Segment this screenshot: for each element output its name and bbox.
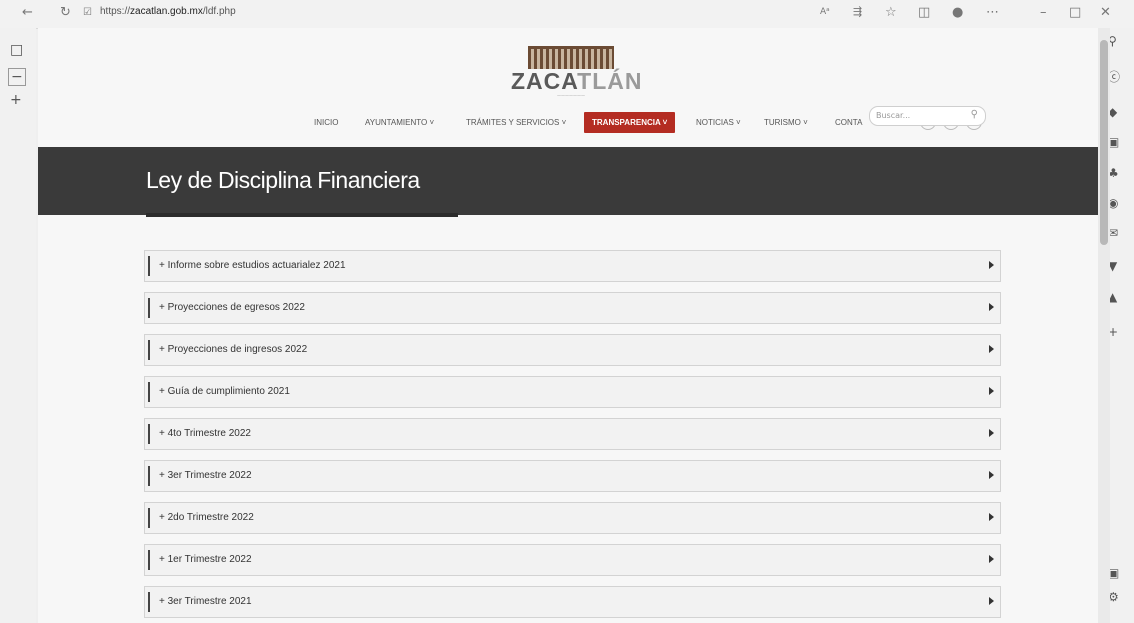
url-prefix: https:// — [100, 6, 131, 17]
nav-item-tramites[interactable]: TRÁMITES Y SERVICIOS ˅ — [466, 118, 566, 127]
nav-item-turismo[interactable]: TURISMO ˅ — [764, 118, 808, 127]
search-magnifier-icon[interactable]: ⚲ — [971, 109, 978, 120]
url-host: zacatlan.gob.mx — [130, 6, 203, 17]
accordion-item-label: + 3er Trimestre 2021 — [159, 596, 252, 607]
lock-icon[interactable]: ☑ — [83, 7, 92, 18]
accordion-item[interactable]: + 2do Trimestre 2022 — [144, 502, 1001, 534]
web-page: ZACATLÁN ——————— INICIO AYUNTAMIENTO ˅ T… — [38, 28, 1098, 623]
address-bar[interactable]: https://zacatlan.gob.mx/ldf.php — [100, 6, 236, 17]
browser-toolbar: ← ↻ ☑ https://zacatlan.gob.mx/ldf.php Aᵃ… — [0, 0, 1134, 29]
caret-right-icon[interactable] — [989, 513, 994, 521]
caret-right-icon[interactable] — [989, 261, 994, 269]
close-window-icon[interactable]: ✕ — [1100, 5, 1111, 20]
site-logo[interactable]: ZACATLÁN ——————— — [511, 46, 643, 102]
accordion-item[interactable]: + Proyecciones de egresos 2022 — [144, 292, 1001, 324]
back-icon[interactable]: ← — [22, 5, 33, 20]
restore-icon[interactable]: □ — [1069, 5, 1081, 20]
page-header-banner: Ley de Disciplina Financiera — [38, 147, 1098, 217]
profile-icon[interactable]: ● — [952, 5, 963, 20]
left-sidebar-rail: □ − + — [0, 28, 36, 623]
scrollbar-thumb[interactable] — [1100, 40, 1108, 245]
accordion-item[interactable]: + 3er Trimestre 2022 — [144, 460, 1001, 492]
search-placeholder: Buscar... — [876, 111, 911, 120]
tab-list-icon[interactable]: □ — [10, 42, 23, 58]
accordion-item-label: + 1er Trimestre 2022 — [159, 554, 252, 565]
caret-right-icon[interactable] — [989, 429, 994, 437]
more-menu-icon[interactable]: ⋯ — [986, 5, 999, 20]
caret-right-icon[interactable] — [989, 555, 994, 563]
accordion-item-label: + Proyecciones de ingresos 2022 — [159, 344, 308, 355]
accordion-item-label: + 3er Trimestre 2022 — [159, 470, 252, 481]
accordion-item[interactable]: + 4to Trimestre 2022 — [144, 418, 1001, 450]
caret-right-icon[interactable] — [989, 597, 994, 605]
page-title: Ley de Disciplina Financiera — [146, 167, 420, 193]
accordion-item-label: + Guía de cumplimiento 2021 — [159, 386, 290, 397]
nav-item-transparencia[interactable]: TRANSPARENCIA ˅ — [584, 112, 676, 133]
tab-actions-icon[interactable]: ⇶ — [853, 5, 862, 18]
caret-right-icon[interactable] — [989, 345, 994, 353]
accordion-item[interactable]: + 3er Trimestre 2021 — [144, 586, 1001, 618]
site-search-input[interactable]: Buscar... ⚲ — [869, 106, 986, 126]
caret-right-icon[interactable] — [989, 471, 994, 479]
favorites-icon[interactable]: ☆ — [885, 5, 897, 20]
nav-item-ayuntamiento[interactable]: AYUNTAMIENTO ˅ — [365, 118, 434, 127]
title-underline — [146, 213, 458, 217]
url-path: /ldf.php — [202, 6, 236, 17]
page-scrollbar[interactable] — [1098, 28, 1110, 623]
accordion-item[interactable]: + 1er Trimestre 2022 — [144, 544, 1001, 576]
caret-right-icon[interactable] — [989, 387, 994, 395]
accordion-item[interactable]: + Proyecciones de ingresos 2022 — [144, 334, 1001, 366]
logo-building-image — [528, 46, 614, 69]
accordion-item-label: + Proyecciones de egresos 2022 — [159, 302, 305, 313]
new-tab-icon[interactable]: + — [10, 92, 22, 108]
accordion-item-label: + 2do Trimestre 2022 — [159, 512, 254, 523]
zoom-out-icon[interactable]: − — [8, 68, 26, 86]
nav-item-noticias[interactable]: NOTICIAS ˅ — [696, 118, 741, 127]
accordion-item[interactable]: + Informe sobre estudios actuarialez 202… — [144, 250, 1001, 282]
read-aloud-icon[interactable]: Aᵃ — [820, 7, 830, 17]
accordion-item-label: + Informe sobre estudios actuarialez 202… — [159, 260, 346, 271]
collections-icon[interactable]: ◫ — [918, 5, 930, 20]
refresh-icon[interactable]: ↻ — [60, 5, 71, 20]
accordion-item[interactable]: + Guía de cumplimiento 2021 — [144, 376, 1001, 408]
accordion-item-label: + 4to Trimestre 2022 — [159, 428, 251, 439]
caret-right-icon[interactable] — [989, 303, 994, 311]
logo-text: ZACATLÁN — [511, 68, 643, 94]
minimize-icon[interactable]: – — [1040, 5, 1047, 20]
nav-item-contacto[interactable]: CONTA — [835, 118, 862, 127]
nav-item-inicio[interactable]: INICIO — [314, 118, 338, 127]
